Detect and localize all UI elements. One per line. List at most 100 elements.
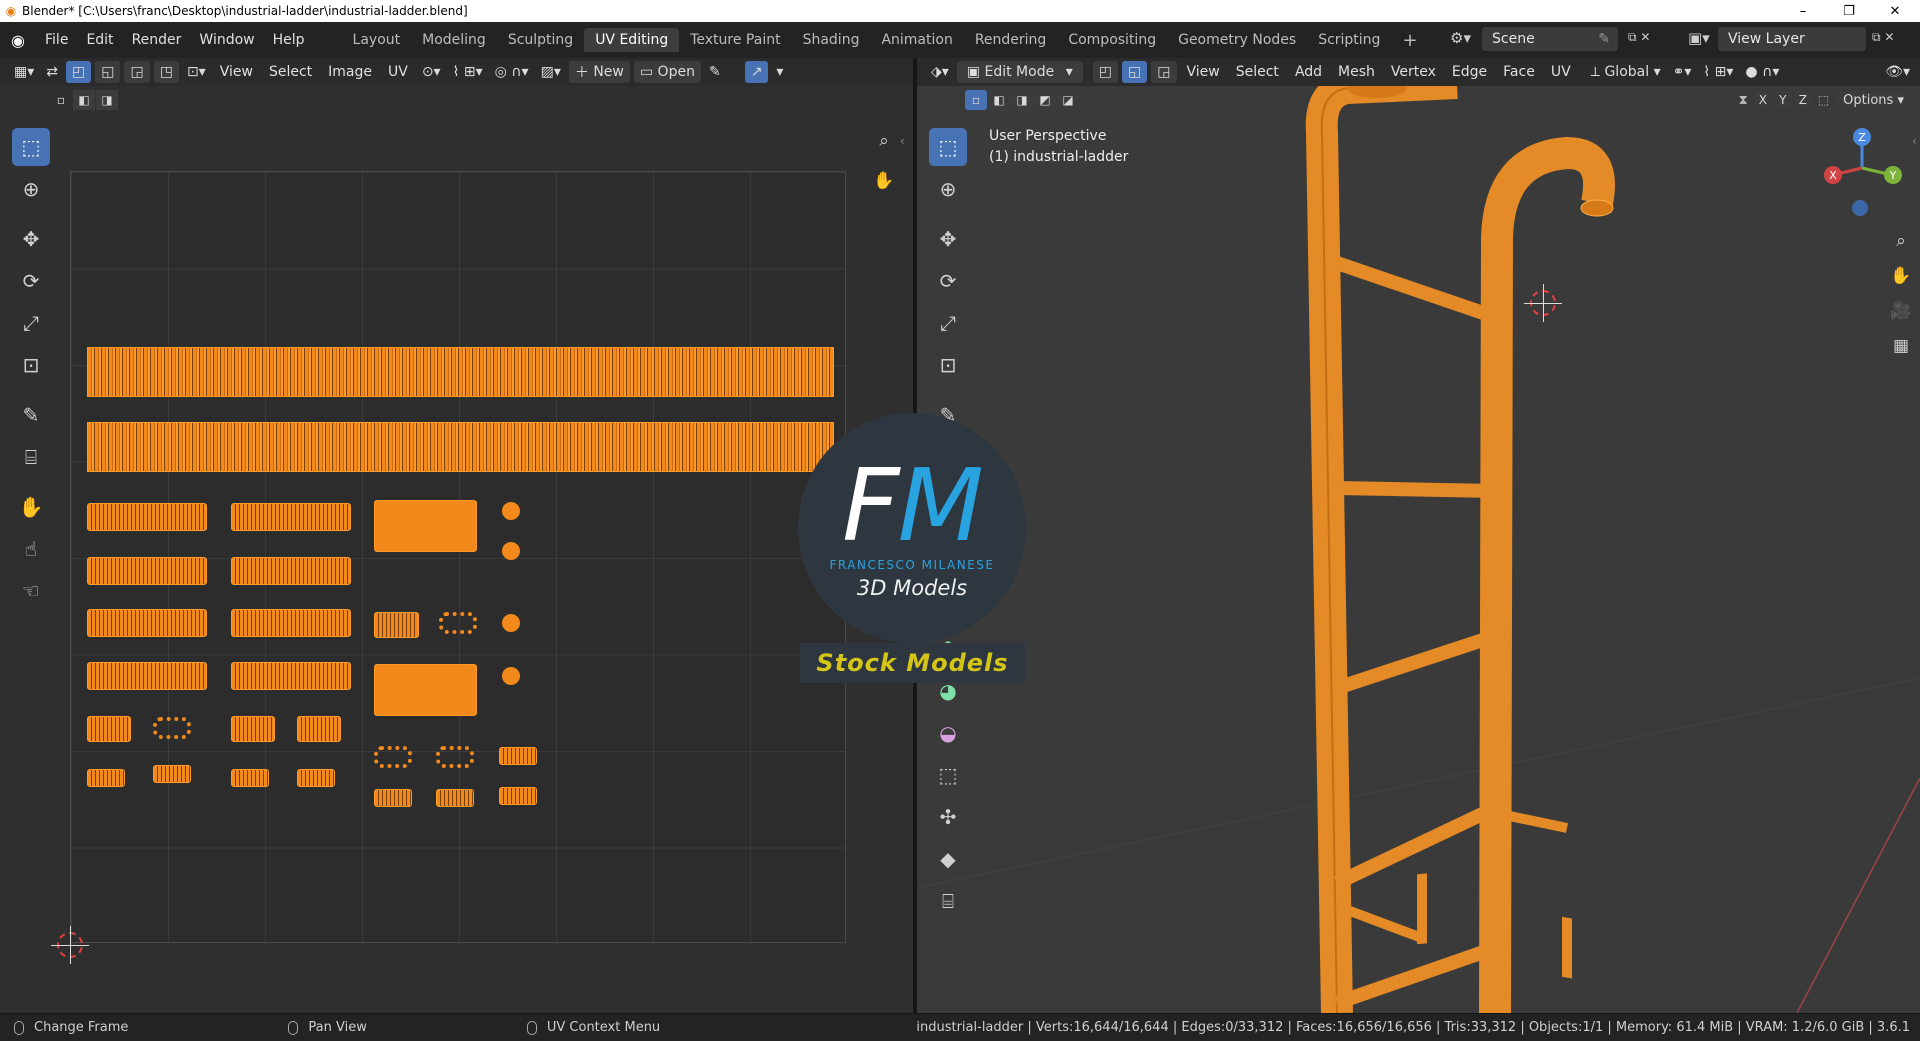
uv-menu-uv[interactable]: UV xyxy=(380,64,416,80)
uv-menu-image[interactable]: Image xyxy=(320,64,380,80)
uv-strip[interactable] xyxy=(87,347,834,397)
uv-island[interactable] xyxy=(499,747,537,765)
select-invert-icon[interactable]: ◩ xyxy=(1034,90,1056,110)
uv-island[interactable] xyxy=(87,716,131,742)
pan-hand-icon[interactable]: ✋ xyxy=(1886,261,1916,291)
tab-modeling[interactable]: Modeling xyxy=(411,28,497,52)
vp-menu-vertex[interactable]: Vertex xyxy=(1383,64,1444,80)
uv-island[interactable] xyxy=(499,787,537,805)
uv-island[interactable] xyxy=(374,664,477,716)
tab-rendering[interactable]: Rendering xyxy=(964,28,1058,52)
proportional-editing-icon[interactable]: ● ∩▾ xyxy=(1739,61,1785,83)
vertex-select-icon[interactable]: ◰ xyxy=(66,61,92,83)
vp-menu-uv[interactable]: UV xyxy=(1543,64,1579,80)
perspective-toggle-icon[interactable]: ▦ xyxy=(1886,331,1916,361)
3d-viewport[interactable]: ⬗▾ ▣ Edit Mode ▾ ◰ ◱ ◲ View Select Add Me… xyxy=(917,58,1920,1013)
mirror-y-toggle[interactable]: Y xyxy=(1773,91,1792,109)
uv-island[interactable] xyxy=(374,612,419,638)
topology-mirror-icon[interactable]: ⬚ xyxy=(1818,93,1829,107)
menu-edit[interactable]: Edit xyxy=(77,32,122,48)
tab-sculpting[interactable]: Sculpting xyxy=(497,28,584,52)
uv-island[interactable] xyxy=(502,502,520,520)
navigation-gizmo[interactable]: Z Y X xyxy=(1817,123,1907,223)
cursor-tool-icon[interactable]: ⊕ xyxy=(929,170,967,208)
pivot-point-icon[interactable]: ⚭▾ xyxy=(1667,61,1698,83)
tab-shading[interactable]: Shading xyxy=(792,28,871,52)
rotate-tool-icon[interactable]: ⟳ xyxy=(929,262,967,300)
camera-icon[interactable]: 🎥 xyxy=(1886,296,1916,326)
vertex-mode-icon[interactable]: ◰ xyxy=(1092,61,1119,83)
vp-menu-select[interactable]: Select xyxy=(1228,64,1287,80)
uv-menu-view[interactable]: View xyxy=(212,64,261,80)
visibility-icon[interactable]: 👁▾ xyxy=(1879,61,1916,83)
uv-menu-select[interactable]: Select xyxy=(261,64,320,80)
scale-tool-icon[interactable]: ⤢ xyxy=(929,304,967,342)
uv-2d-cursor[interactable] xyxy=(51,926,89,964)
select-subtract-icon[interactable]: ◨ xyxy=(1011,90,1033,110)
sticky-select-icon[interactable]: ⊡▾ xyxy=(181,61,212,83)
new-view-layer-icon[interactable]: ⧉ ✕ xyxy=(1872,30,1894,45)
scene-selector[interactable]: Scene ✎ xyxy=(1482,27,1618,51)
uv-island[interactable] xyxy=(87,769,125,787)
menu-render[interactable]: Render xyxy=(123,32,191,48)
menu-window[interactable]: Window xyxy=(190,32,263,48)
add-workspace-button[interactable]: + xyxy=(1391,26,1428,55)
uv-island[interactable] xyxy=(374,746,412,768)
face-select-icon[interactable]: ◲ xyxy=(124,61,150,83)
editor-type-icon[interactable]: ▦▾ xyxy=(8,61,40,83)
mirror-z-toggle[interactable]: Z xyxy=(1793,91,1812,109)
tab-uv-editing[interactable]: UV Editing xyxy=(584,28,680,52)
select-tool-icon[interactable]: ⬚ xyxy=(929,128,967,166)
transform-tool-icon[interactable]: ⊡ xyxy=(12,346,50,384)
vp-menu-view[interactable]: View xyxy=(1179,64,1228,80)
move-tool-icon[interactable]: ✥ xyxy=(929,220,967,258)
snap-icon[interactable]: ⌇ ⊞▾ xyxy=(447,61,489,83)
uv-island[interactable] xyxy=(502,542,520,560)
annotate-tool-icon[interactable]: ✎ xyxy=(12,396,50,434)
sidebar-toggle-icon[interactable]: ‹ xyxy=(900,134,905,148)
tab-layout[interactable]: Layout xyxy=(342,28,412,52)
orientation-selector[interactable]: ⟂ Global ▾ xyxy=(1585,61,1667,83)
loop-cut-tool-icon[interactable]: ◒ xyxy=(929,714,967,752)
uv-island[interactable] xyxy=(297,769,335,787)
uv-island[interactable] xyxy=(231,557,351,585)
uv-island[interactable] xyxy=(374,500,477,552)
uv-island[interactable] xyxy=(153,765,191,783)
menu-file[interactable]: File xyxy=(36,32,77,48)
uv-island[interactable] xyxy=(436,789,474,807)
zoom-icon[interactable]: ⌕ xyxy=(1886,226,1916,256)
uv-island[interactable] xyxy=(231,769,269,787)
new-scene-icon[interactable]: ⧉ ✕ xyxy=(1628,30,1650,45)
options-dropdown[interactable]: Options ▾ xyxy=(1837,90,1910,110)
uv-island[interactable] xyxy=(87,557,207,585)
uv-island[interactable] xyxy=(231,503,351,531)
new-image-button[interactable]: ＋ New xyxy=(568,61,630,83)
uv-island[interactable] xyxy=(374,789,412,807)
uv-island[interactable] xyxy=(502,614,520,632)
blender-menu-icon[interactable]: ◉ xyxy=(0,31,36,50)
uv-island[interactable] xyxy=(436,746,474,768)
shear-tool-icon[interactable]: ⌸ xyxy=(929,882,967,920)
open-image-button[interactable]: ▭ Open xyxy=(633,61,701,83)
select-intersect-icon[interactable]: ◪ xyxy=(1057,90,1079,110)
cursor-tool-icon[interactable]: ⊕ xyxy=(12,170,50,208)
select-subtract-icon[interactable]: ◨ xyxy=(96,90,118,110)
overlay-dropdown-icon[interactable]: ▾ xyxy=(770,61,789,83)
rip-tool-icon[interactable]: ⌸ xyxy=(12,438,50,476)
zoom-icon[interactable]: ⌕ xyxy=(869,126,899,156)
spin-tool-icon[interactable]: ◆ xyxy=(929,840,967,878)
vp-menu-add[interactable]: Add xyxy=(1287,64,1330,80)
move-tool-icon[interactable]: ✥ xyxy=(12,220,50,258)
pivot-icon[interactable]: ⊙▾ xyxy=(416,61,447,83)
grab-tool-icon[interactable]: ✋ xyxy=(12,488,50,526)
uv-island[interactable] xyxy=(87,662,207,690)
uv-island[interactable] xyxy=(153,717,191,739)
uv-island[interactable] xyxy=(297,716,341,742)
uv-overlay-icon[interactable]: ↗ xyxy=(744,61,769,83)
uv-island[interactable] xyxy=(231,662,351,690)
uv-island[interactable] xyxy=(231,609,351,637)
transform-tool-icon[interactable]: ⊡ xyxy=(929,346,967,384)
3d-cursor[interactable] xyxy=(1524,284,1562,322)
sidebar-toggle-icon[interactable]: ‹ xyxy=(1912,134,1917,148)
island-select-icon[interactable]: ◳ xyxy=(153,61,179,83)
